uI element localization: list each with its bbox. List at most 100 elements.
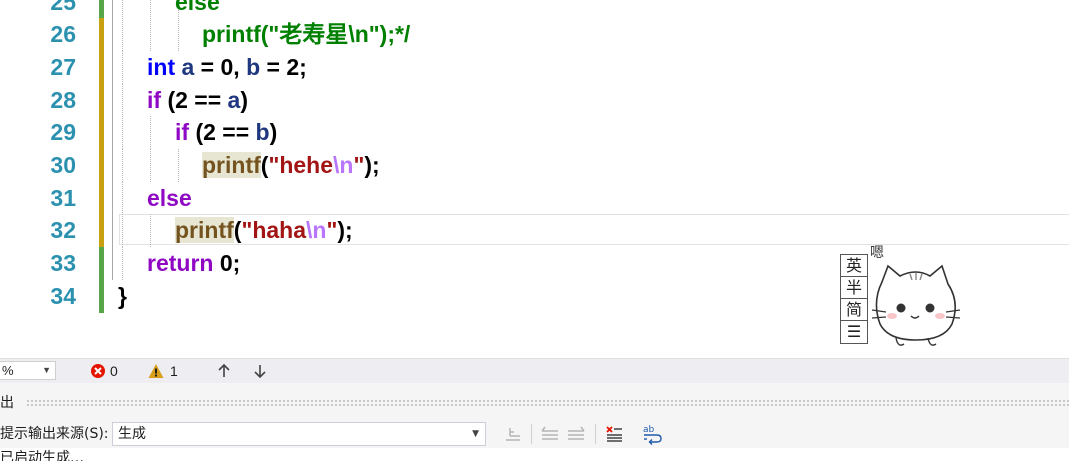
cat-face-icon: 嗯 [870,245,961,346]
code-token: printf [202,152,261,178]
output-panel-title: 出 [0,392,20,414]
line-number: 28 [50,87,76,113]
indent-guide [122,0,123,19]
ime-cat-sticker: 嗯 [868,240,968,352]
code-token: a [181,54,195,80]
cat-thought-text: 嗯 [870,245,884,261]
unsaved-change-marker [99,116,104,149]
warning-count[interactable]: 1 [170,359,178,383]
code-line[interactable]: 27 int a = 0, b = 2; [0,51,1069,84]
arrow-down-icon[interactable] [252,363,268,379]
indent-guide [122,182,123,215]
line-number: 26 [50,21,76,47]
code-token: a [227,87,241,113]
code-token: if [175,119,190,145]
toolbar-separator [531,424,532,444]
code-token: 0; [213,250,241,276]
code-token: b [246,54,261,80]
code-line[interactable]: 28 if (2 == a) [0,84,1069,117]
code-text[interactable]: } [118,280,127,313]
code-text[interactable]: int a = 0, b = 2; [147,51,307,84]
indent-guide [122,18,123,51]
warning-icon[interactable] [148,363,164,379]
indent-guide [150,116,151,149]
goto-previous-message-icon[interactable] [502,423,524,445]
error-count[interactable]: 0 [110,359,118,383]
panel-drag-grip[interactable] [26,399,1069,407]
find-previous-icon[interactable] [539,423,561,445]
code-line[interactable]: 31 else [0,182,1069,215]
toolbar-separator [595,424,596,444]
ime-toolbar: 英 半 简 ☰ [840,254,868,344]
code-token: return [147,250,214,276]
chevron-down-icon: ▼ [42,365,51,375]
indent-guide [122,149,123,182]
output-text-area[interactable]: 已启动生成… [0,448,1069,461]
indent-guide [122,84,123,117]
outline-fold-line [112,214,113,247]
code-line[interactable]: 30 printf("hehe\n"); [0,149,1069,182]
code-token: printf [175,217,234,243]
indent-guide [150,214,151,247]
find-next-icon[interactable] [565,423,587,445]
code-text[interactable]: printf("haha\n"); [175,214,353,247]
code-token: else [175,0,220,15]
ime-menu-button[interactable]: ☰ [841,321,867,343]
code-token: ); [337,217,353,243]
error-icon[interactable] [90,363,106,379]
word-wrap-icon[interactable]: ab [641,423,663,445]
zoom-value: % [2,363,14,378]
line-number: 34 [50,283,76,309]
ime-language-toggle[interactable]: 英 [841,255,867,277]
code-text[interactable]: else [175,0,220,19]
line-number: 31 [50,185,76,211]
outline-fold-line [112,247,113,280]
code-line[interactable]: 25 else [0,0,1069,19]
code-token: \n [333,152,354,178]
code-token: \n [306,217,327,243]
code-text[interactable]: if (2 == a) [147,84,248,117]
code-token: b [255,119,270,145]
code-text[interactable]: printf("hehe\n"); [202,149,380,182]
code-token: ); [364,152,380,178]
output-source-label: 提示输出来源(S): [0,426,109,442]
indent-guide [150,0,151,19]
indent-guide [150,149,151,182]
code-text[interactable]: if (2 == b) [175,116,277,149]
saved-change-marker [99,280,104,313]
unsaved-change-marker [99,149,104,182]
outline-fold-line [112,0,113,19]
outline-fold-line [112,182,113,215]
code-text[interactable]: printf("老寿星\n");*/ [202,18,410,51]
ime-width-toggle[interactable]: 半 [841,277,867,299]
code-token: = 0, [194,54,247,80]
saved-change-marker [99,0,104,19]
unsaved-change-marker [99,214,104,247]
code-token: (2 == [161,87,228,113]
code-token: " [326,217,338,243]
indent-guide [122,51,123,84]
indent-guide [122,247,123,280]
outline-fold-line [112,149,113,182]
code-token: (2 == [189,119,256,145]
ime-script-toggle[interactable]: 简 [841,299,867,321]
arrow-up-icon[interactable] [216,363,232,379]
outline-fold-line [112,18,113,51]
code-token: else [147,185,192,211]
code-token: printf("老寿星\n");*/ [202,21,411,47]
unsaved-change-marker [99,84,104,117]
code-line[interactable]: 26 printf("老寿星\n");*/ [0,18,1069,51]
code-line[interactable]: 29 if (2 == b) [0,116,1069,149]
line-number: 30 [50,152,76,178]
code-token: ) [269,119,278,145]
code-text[interactable]: return 0; [147,247,240,280]
line-number: 33 [50,250,76,276]
code-text[interactable]: else [147,182,192,215]
chevron-down-icon: ▼ [472,429,479,439]
saved-change-marker [99,247,104,280]
clear-all-icon[interactable] [603,423,625,445]
output-source-select[interactable]: 生成 ▼ [112,422,486,446]
line-number: 32 [50,217,76,243]
unsaved-change-marker [99,18,104,51]
zoom-dropdown[interactable]: % ▼ [0,361,56,380]
